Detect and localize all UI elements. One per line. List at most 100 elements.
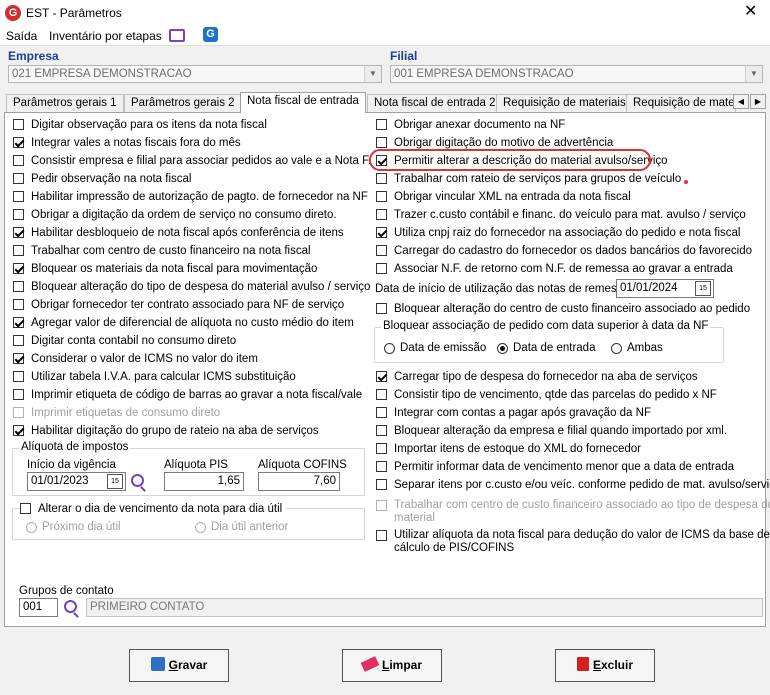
checkbox-box[interactable] xyxy=(376,227,387,238)
tab-requisicao-materiais[interactable]: Requisição de materiais xyxy=(496,94,633,112)
empresa-value: 021 EMPRESA DEMONSTRACAO xyxy=(12,68,192,80)
checkbox-box[interactable] xyxy=(20,503,31,514)
checkbox-box[interactable] xyxy=(13,353,24,364)
checkbox-box[interactable] xyxy=(13,281,24,292)
dia-anterior-radio[interactable] xyxy=(195,522,206,533)
tab-nota-fiscal-entrada[interactable]: Nota fiscal de entrada xyxy=(240,92,366,113)
tab-scroll-right-icon[interactable]: ▶ xyxy=(750,94,766,109)
checkbox-box[interactable] xyxy=(13,245,24,256)
checkbox-box[interactable] xyxy=(376,425,387,436)
checkbox-box[interactable] xyxy=(376,389,387,400)
dia-anterior-label: Dia útil anterior xyxy=(211,521,289,533)
gravar-button[interactable]: Gravar xyxy=(129,649,229,682)
radio-data-emissao[interactable] xyxy=(384,343,395,354)
radio-data-entrada[interactable] xyxy=(497,343,508,354)
checkbox-box[interactable] xyxy=(13,209,24,220)
option-label: Considerar o valor de ICMS no valor do i… xyxy=(31,353,258,365)
option-label: Separar itens por c.custo e/ou veíc. con… xyxy=(394,479,770,491)
menu-bar: Saída Inventário por etapas G xyxy=(0,26,770,46)
option-label: Utiliza cnpj raiz do fornecedor na assoc… xyxy=(394,227,741,239)
app-shortcut-icon[interactable]: G xyxy=(203,27,218,42)
checkbox-box[interactable] xyxy=(376,263,387,274)
data-inicio-input[interactable]: 01/01/2024 15 xyxy=(616,279,714,298)
trash-icon xyxy=(576,657,589,671)
calendar-icon[interactable]: 15 xyxy=(695,281,711,296)
checkbox-box[interactable] xyxy=(376,443,387,454)
tab-requisicao-materiais-2[interactable]: Requisição de materi xyxy=(626,94,736,112)
checkbox-box[interactable] xyxy=(376,530,387,541)
checkbox-box[interactable] xyxy=(376,371,387,382)
cofins-label: Alíquota COFINS xyxy=(258,459,347,471)
menu-inventario[interactable]: Inventário por etapas xyxy=(49,29,162,43)
filial-value: 001 EMPRESA DEMONSTRACAO xyxy=(394,68,574,80)
option-label: Bloquear alteração da empresa e filial q… xyxy=(394,425,728,437)
close-button[interactable]: ✕ xyxy=(744,3,757,21)
checkbox-box[interactable] xyxy=(13,263,24,274)
radio-ambas[interactable] xyxy=(611,343,622,354)
option-label: Bloquear alteração do tipo de despesa do… xyxy=(31,281,371,293)
inicio-vigencia-input[interactable]: 01/01/2023 15 xyxy=(27,472,126,491)
checkbox-box[interactable] xyxy=(13,173,24,184)
checkbox-box[interactable] xyxy=(13,137,24,148)
checkbox-box[interactable] xyxy=(13,155,24,166)
checkbox-box[interactable] xyxy=(376,500,387,511)
checkbox-box[interactable] xyxy=(376,407,387,418)
option-label: Obrigar vincular XML na entrada da nota … xyxy=(394,191,631,203)
checkbox-box[interactable] xyxy=(376,191,387,202)
monitor-icon[interactable] xyxy=(169,29,185,42)
tab-nota-fiscal-entrada-2[interactable]: Nota fiscal de entrada 2 xyxy=(367,94,503,112)
proximo-dia-radio[interactable] xyxy=(26,522,37,533)
option-label: Obrigar digitação do motivo de advertênc… xyxy=(394,137,614,149)
window-title: EST - Parâmetros xyxy=(26,6,122,20)
checkbox-box[interactable] xyxy=(376,245,387,256)
filial-select[interactable]: 001 EMPRESA DEMONSTRACAO ▼ xyxy=(390,65,763,83)
checkbox-box[interactable] xyxy=(376,461,387,472)
option-label: Trazer c.custo contábil e financ. do veí… xyxy=(394,209,746,221)
menu-saida[interactable]: Saída xyxy=(6,29,37,43)
checkbox-box[interactable] xyxy=(13,299,24,310)
excluir-button[interactable]: Excluir xyxy=(555,649,655,682)
empresa-select[interactable]: 021 EMPRESA DEMONSTRACAO ▼ xyxy=(8,65,382,83)
chevron-down-icon[interactable]: ▼ xyxy=(364,66,381,82)
option-label: Bloquear os materiais da nota fiscal par… xyxy=(31,263,318,275)
title-bar: G EST - Parâmetros ✕ xyxy=(0,0,770,26)
option-label: Integrar com contas a pagar após gravaçã… xyxy=(394,407,651,419)
tab-scroll-left-icon[interactable]: ◀ xyxy=(733,94,749,109)
search-icon[interactable] xyxy=(131,474,144,487)
grupos-desc-input: PRIMEIRO CONTATO xyxy=(86,598,763,617)
tab-parametros-gerais-2[interactable]: Parâmetros gerais 2 xyxy=(124,94,242,112)
checkbox-box[interactable] xyxy=(13,317,24,328)
checkbox-box[interactable] xyxy=(13,227,24,238)
option-label: Pedir observação na nota fiscal xyxy=(31,173,192,185)
checkbox-box[interactable] xyxy=(13,389,24,400)
checkbox-box[interactable] xyxy=(13,407,24,418)
option-label: Importar itens de estoque do XML do forn… xyxy=(394,443,641,455)
utilizar-aliq-line1: Utilizar alíquota da nota fiscal para de… xyxy=(394,529,770,541)
tab-parametros-gerais-1[interactable]: Parâmetros gerais 1 xyxy=(6,94,124,112)
checkbox-box[interactable] xyxy=(376,173,387,184)
checkbox-box[interactable] xyxy=(13,425,24,436)
search-icon[interactable] xyxy=(64,600,77,613)
checkbox-box[interactable] xyxy=(376,303,387,314)
pis-input[interactable]: 1,65 xyxy=(164,472,244,491)
utilizar-aliq-line2: cálculo de PIS/COFINS xyxy=(394,542,515,554)
limpar-button[interactable]: Limpar xyxy=(342,649,442,682)
option-label: Obrigar fornecedor ter contrato associad… xyxy=(31,299,345,311)
grupos-code-input[interactable]: 001 xyxy=(19,598,58,617)
checkbox-box[interactable] xyxy=(13,191,24,202)
red-dot-annotation xyxy=(684,180,688,184)
checkbox-box[interactable] xyxy=(376,209,387,220)
checkbox-box[interactable] xyxy=(376,137,387,148)
vencimento-checkbox[interactable]: Alterar o dia de vencimento da nota para… xyxy=(20,502,286,518)
option-label: Habilitar impressão de autorização de pa… xyxy=(31,191,368,203)
calendar-icon[interactable]: 15 xyxy=(107,474,123,489)
cofins-input[interactable]: 7,60 xyxy=(258,472,340,491)
option-label: Integrar vales a notas fiscais fora do m… xyxy=(31,137,241,149)
chevron-down-icon[interactable]: ▼ xyxy=(745,66,762,82)
checkbox-box[interactable] xyxy=(13,119,24,130)
checkbox-box[interactable] xyxy=(376,479,387,490)
checkbox-box[interactable] xyxy=(13,335,24,346)
option-label: Associar N.F. de retorno com N.F. de rem… xyxy=(394,263,733,275)
checkbox-box[interactable] xyxy=(13,371,24,382)
checkbox-box[interactable] xyxy=(376,119,387,130)
